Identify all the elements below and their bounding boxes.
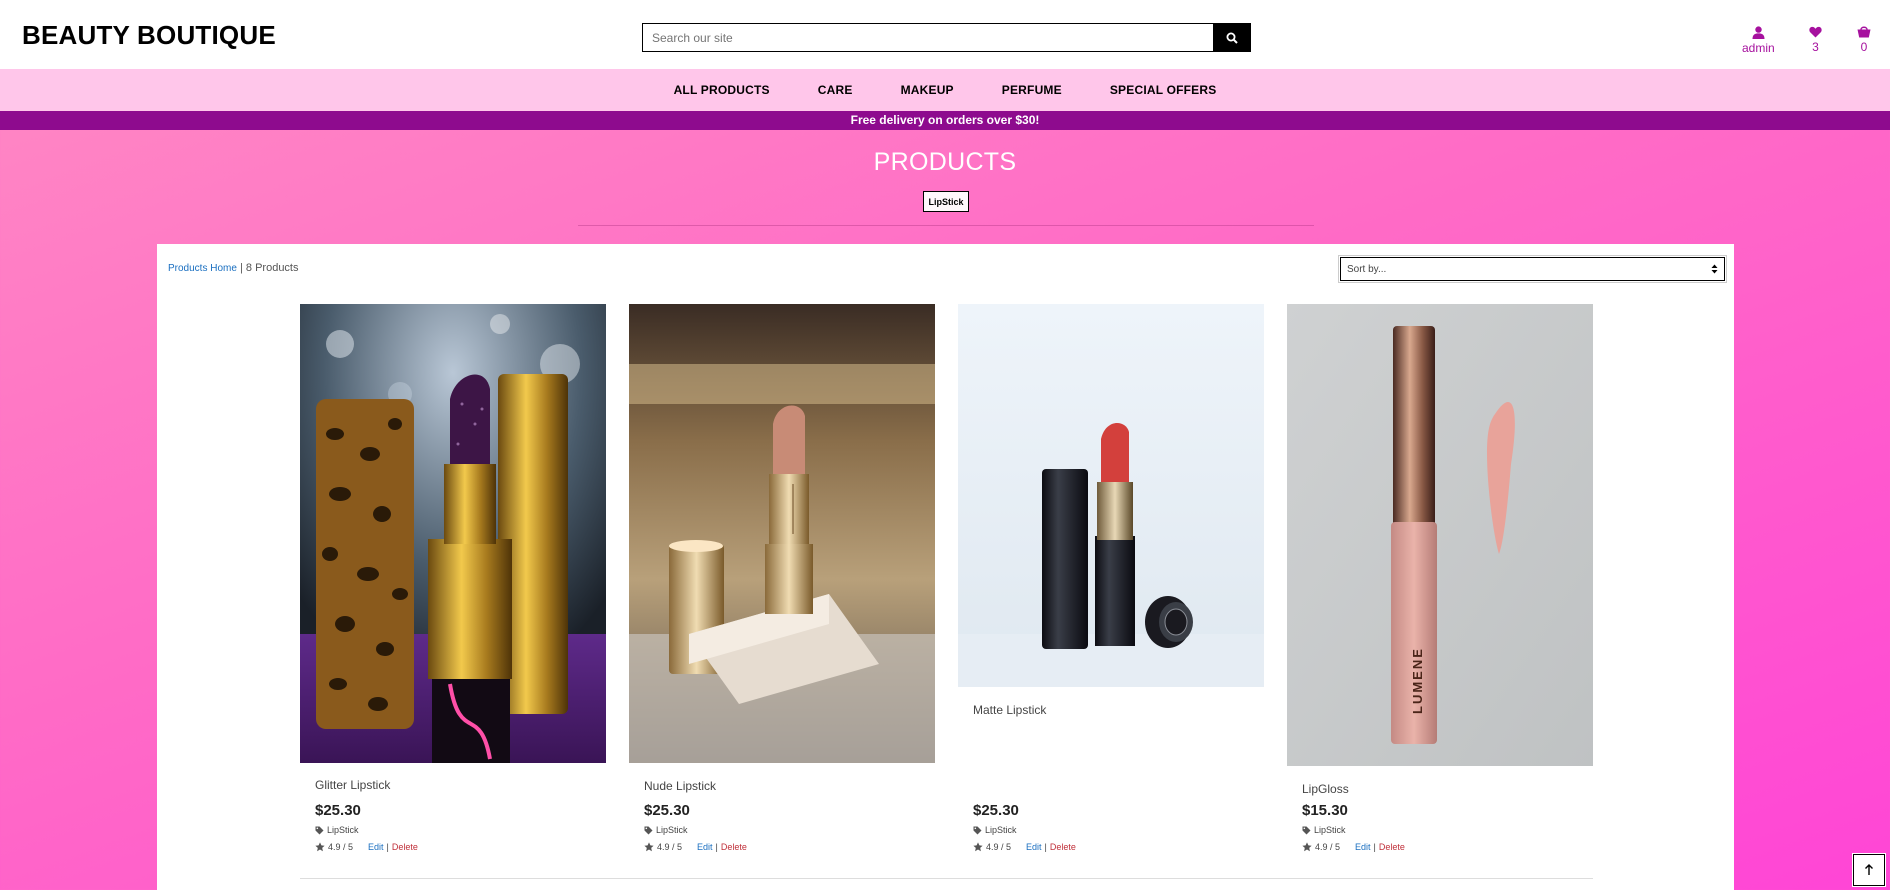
breadcrumb: Products Home | 8 Products xyxy=(168,262,299,274)
product-count: 8 Products xyxy=(245,262,299,274)
search-button[interactable] xyxy=(1213,23,1251,52)
product-card[interactable]: LUMENE LipGloss $15.30 LipStick 4.9 / 5 … xyxy=(1287,304,1593,852)
arrow-up-icon xyxy=(1865,864,1873,875)
tag-icon xyxy=(644,826,653,834)
account-link[interactable]: admin xyxy=(1742,26,1775,55)
title-divider xyxy=(578,225,1314,226)
product-category-label: LipStick xyxy=(327,825,359,835)
main-nav: ALL PRODUCTS CARE MAKEUP PERFUME SPECIAL… xyxy=(0,69,1890,111)
delete-link[interactable]: Delete xyxy=(1379,842,1405,852)
tag-icon xyxy=(315,826,324,834)
search-bar xyxy=(642,23,1251,52)
product-image-nude-lipstick[interactable] xyxy=(629,304,935,763)
search-icon xyxy=(1226,32,1238,44)
account-label: admin xyxy=(1742,41,1775,55)
product-price: $25.30 xyxy=(315,802,361,819)
product-price: $25.30 xyxy=(973,802,1019,819)
svg-text:LUMENE: LUMENE xyxy=(1410,647,1425,714)
product-rating: 4.9 / 5 xyxy=(1315,842,1341,852)
product-name[interactable]: Matte Lipstick xyxy=(973,703,1046,717)
product-meta: 4.9 / 5 Edit | Delete xyxy=(1302,842,1405,852)
product-image-matte-lipstick[interactable] xyxy=(958,304,1264,687)
star-icon xyxy=(315,842,325,852)
wishlist-link[interactable]: 3 xyxy=(1809,26,1822,54)
product-name[interactable]: Glitter Lipstick xyxy=(315,778,390,792)
nav-special-offers[interactable]: SPECIAL OFFERS xyxy=(1086,83,1241,97)
breadcrumb-products-home[interactable]: Products Home xyxy=(168,263,237,274)
product-rating: 4.9 / 5 xyxy=(657,842,683,852)
delete-link[interactable]: Delete xyxy=(1050,842,1076,852)
search-input[interactable] xyxy=(642,23,1213,52)
edit-link[interactable]: Edit xyxy=(368,842,384,852)
product-category[interactable]: LipStick xyxy=(644,825,688,835)
product-meta: 4.9 / 5 Edit | Delete xyxy=(973,842,1076,852)
product-card[interactable]: Matte Lipstick $25.30 LipStick 4.9 / 5 E… xyxy=(958,304,1264,852)
product-meta: 4.9 / 5 Edit | Delete xyxy=(644,842,747,852)
nav-makeup[interactable]: MAKEUP xyxy=(877,83,978,97)
nav-all-products[interactable]: ALL PRODUCTS xyxy=(650,83,794,97)
product-category-label: LipStick xyxy=(985,825,1017,835)
product-price: $25.30 xyxy=(644,802,690,819)
breadcrumb-separator: | xyxy=(236,262,246,274)
star-icon xyxy=(1302,842,1312,852)
edit-link[interactable]: Edit xyxy=(1355,842,1371,852)
sort-select[interactable]: Sort by... xyxy=(1338,255,1727,283)
product-category-label: LipStick xyxy=(656,825,688,835)
nav-perfume[interactable]: PERFUME xyxy=(978,83,1086,97)
cart-count: 0 xyxy=(1860,40,1868,54)
product-card[interactable]: Glitter Lipstick $25.30 LipStick 4.9 / 5… xyxy=(300,304,606,852)
link-separator: | xyxy=(715,842,718,852)
page-title: PRODUCTS xyxy=(873,148,1017,176)
edit-link[interactable]: Edit xyxy=(1026,842,1042,852)
product-category[interactable]: LipStick xyxy=(1302,825,1346,835)
cart-link[interactable]: 0 xyxy=(1857,26,1871,54)
product-price: $15.30 xyxy=(1302,802,1348,819)
delivery-banner: Free delivery on orders over $30! xyxy=(0,111,1890,130)
product-category[interactable]: LipStick xyxy=(315,825,359,835)
product-rating: 4.9 / 5 xyxy=(986,842,1012,852)
link-separator: | xyxy=(1373,842,1376,852)
product-image-glitter-lipstick[interactable] xyxy=(300,304,606,764)
product-rating: 4.9 / 5 xyxy=(328,842,354,852)
delete-link[interactable]: Delete xyxy=(392,842,418,852)
sort-arrows-icon xyxy=(1711,264,1718,274)
products-divider xyxy=(300,878,1593,879)
star-icon xyxy=(973,842,983,852)
heart-icon xyxy=(1809,26,1822,38)
nav-care[interactable]: CARE xyxy=(794,83,877,97)
wishlist-count: 3 xyxy=(1812,40,1819,54)
product-meta: 4.9 / 5 Edit | Delete xyxy=(315,842,418,852)
product-name[interactable]: LipGloss xyxy=(1302,782,1349,796)
user-icon xyxy=(1752,26,1765,39)
delete-link[interactable]: Delete xyxy=(721,842,747,852)
product-name[interactable]: Nude Lipstick xyxy=(644,779,716,793)
tag-icon xyxy=(973,826,982,834)
tag-icon xyxy=(1302,826,1311,834)
site-header: BEAUTY BOUTIQUE admin 3 0 xyxy=(0,0,1890,69)
link-separator: | xyxy=(386,842,389,852)
link-separator: | xyxy=(1044,842,1047,852)
product-image-lipgloss[interactable]: LUMENE xyxy=(1287,304,1593,766)
edit-link[interactable]: Edit xyxy=(697,842,713,852)
back-to-top-button[interactable] xyxy=(1852,853,1886,887)
product-category[interactable]: LipStick xyxy=(973,825,1017,835)
sort-select-label: Sort by... xyxy=(1347,263,1387,275)
category-badge[interactable]: LipStick xyxy=(923,191,969,212)
product-category-label: LipStick xyxy=(1314,825,1346,835)
cart-icon xyxy=(1857,26,1871,38)
star-icon xyxy=(644,842,654,852)
site-logo[interactable]: BEAUTY BOUTIQUE xyxy=(22,20,276,51)
product-card[interactable]: Nude Lipstick $25.30 LipStick 4.9 / 5 Ed… xyxy=(629,304,935,852)
